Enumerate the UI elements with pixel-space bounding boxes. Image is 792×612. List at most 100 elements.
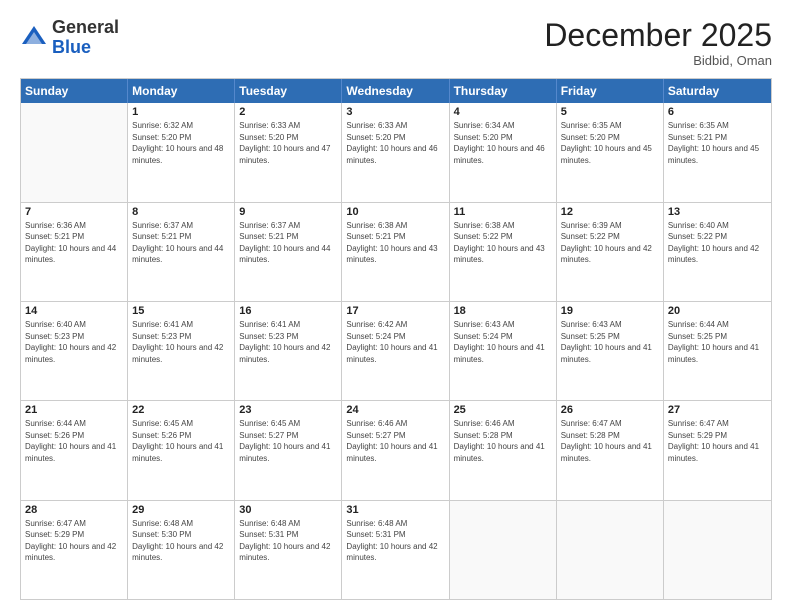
calendar-cell: 7Sunrise: 6:36 AM Sunset: 5:21 PM Daylig… [21, 203, 128, 301]
sun-info: Sunrise: 6:48 AM Sunset: 5:31 PM Dayligh… [346, 518, 444, 564]
day-number: 13 [668, 206, 767, 218]
calendar-cell [21, 103, 128, 201]
sun-info: Sunrise: 6:43 AM Sunset: 5:25 PM Dayligh… [561, 319, 659, 365]
calendar-cell: 20 Sunrise: 6:44 AM Sunset: 5:25 PM Dayli… [664, 302, 771, 400]
calendar-cell: 29Sunrise: 6:48 AM Sunset: 5:30 PM Dayli… [128, 501, 235, 599]
day-number: 2 [239, 106, 337, 118]
calendar-cell: 19 Sunrise: 6:43 AM Sunset: 5:25 PM Dayli… [557, 302, 664, 400]
day-number: 6 [668, 106, 767, 118]
sun-info: Sunrise: 6:33 AM Sunset: 5:20 PM Dayligh… [346, 120, 444, 166]
day-number: 25 [454, 404, 552, 416]
day-number: 23 [239, 404, 337, 416]
sun-info: Sunrise: 6:48 AM Sunset: 5:31 PM Dayligh… [239, 518, 337, 564]
sun-info: Sunrise: 6:47 AM Sunset: 5:29 PM Dayligh… [668, 418, 767, 464]
calendar-week-row: 21Sunrise: 6:44 AM Sunset: 5:26 PM Dayli… [21, 401, 771, 500]
calendar-header: SundayMondayTuesdayWednesdayThursdayFrid… [21, 79, 771, 103]
day-number: 18 [454, 305, 552, 317]
day-number: 22 [132, 404, 230, 416]
calendar-cell: 28 Sunrise: 6:47 AM Sunset: 5:29 PM Dayli… [21, 501, 128, 599]
weekday-header: Saturday [664, 79, 771, 103]
sun-info: Sunrise: 6:47 AM Sunset: 5:29 PM Dayligh… [25, 518, 123, 564]
weekday-header: Sunday [21, 79, 128, 103]
calendar-cell: 27 Sunrise: 6:47 AM Sunset: 5:29 PM Dayli… [664, 401, 771, 499]
calendar-cell: 21Sunrise: 6:44 AM Sunset: 5:26 PM Dayli… [21, 401, 128, 499]
day-number: 27 [668, 404, 767, 416]
day-number: 9 [239, 206, 337, 218]
day-number: 31 [346, 504, 444, 516]
day-number: 28 [25, 504, 123, 516]
sun-info: Sunrise: 6:34 AM Sunset: 5:20 PM Dayligh… [454, 120, 552, 166]
month-title: December 2025 [544, 18, 772, 53]
logo-text: General Blue [52, 18, 119, 58]
sun-info: Sunrise: 6:46 AM Sunset: 5:27 PM Dayligh… [346, 418, 444, 464]
day-number: 26 [561, 404, 659, 416]
day-number: 24 [346, 404, 444, 416]
calendar-cell: 22 Sunrise: 6:45 AM Sunset: 5:26 PM Dayli… [128, 401, 235, 499]
sun-info: Sunrise: 6:35 AM Sunset: 5:20 PM Dayligh… [561, 120, 659, 166]
calendar-cell: 10Sunrise: 6:38 AM Sunset: 5:21 PM Dayli… [342, 203, 449, 301]
calendar-cell: 12 Sunrise: 6:39 AM Sunset: 5:22 PM Dayli… [557, 203, 664, 301]
day-number: 11 [454, 206, 552, 218]
sun-info: Sunrise: 6:44 AM Sunset: 5:25 PM Dayligh… [668, 319, 767, 365]
day-number: 15 [132, 305, 230, 317]
calendar-cell: 5Sunrise: 6:35 AM Sunset: 5:20 PM Daylig… [557, 103, 664, 201]
calendar-cell: 17Sunrise: 6:42 AM Sunset: 5:24 PM Dayli… [342, 302, 449, 400]
location: Bidbid, Oman [544, 53, 772, 68]
logo-general: General [52, 18, 119, 38]
calendar-cell: 2 Sunrise: 6:33 AM Sunset: 5:20 PM Daylig… [235, 103, 342, 201]
calendar-week-row: 1Sunrise: 6:32 AM Sunset: 5:20 PM Daylig… [21, 103, 771, 202]
calendar-week-row: 28 Sunrise: 6:47 AM Sunset: 5:29 PM Dayli… [21, 501, 771, 599]
sun-info: Sunrise: 6:42 AM Sunset: 5:24 PM Dayligh… [346, 319, 444, 365]
calendar-cell: 16Sunrise: 6:41 AM Sunset: 5:23 PM Dayli… [235, 302, 342, 400]
calendar-cell: 4 Sunrise: 6:34 AM Sunset: 5:20 PM Daylig… [450, 103, 557, 201]
title-block: December 2025 Bidbid, Oman [544, 18, 772, 68]
sun-info: Sunrise: 6:33 AM Sunset: 5:20 PM Dayligh… [239, 120, 337, 166]
page: General Blue December 2025 Bidbid, Oman … [0, 0, 792, 612]
day-number: 4 [454, 106, 552, 118]
calendar-cell: 8 Sunrise: 6:37 AM Sunset: 5:21 PM Daylig… [128, 203, 235, 301]
calendar: SundayMondayTuesdayWednesdayThursdayFrid… [20, 78, 772, 600]
sun-info: Sunrise: 6:32 AM Sunset: 5:20 PM Dayligh… [132, 120, 230, 166]
day-number: 14 [25, 305, 123, 317]
sun-info: Sunrise: 6:39 AM Sunset: 5:22 PM Dayligh… [561, 220, 659, 266]
sun-info: Sunrise: 6:38 AM Sunset: 5:22 PM Dayligh… [454, 220, 552, 266]
day-number: 21 [25, 404, 123, 416]
calendar-cell: 25 Sunrise: 6:46 AM Sunset: 5:28 PM Dayli… [450, 401, 557, 499]
day-number: 7 [25, 206, 123, 218]
calendar-cell: 23 Sunrise: 6:45 AM Sunset: 5:27 PM Dayli… [235, 401, 342, 499]
sun-info: Sunrise: 6:47 AM Sunset: 5:28 PM Dayligh… [561, 418, 659, 464]
calendar-cell: 26 Sunrise: 6:47 AM Sunset: 5:28 PM Dayli… [557, 401, 664, 499]
day-number: 3 [346, 106, 444, 118]
sun-info: Sunrise: 6:46 AM Sunset: 5:28 PM Dayligh… [454, 418, 552, 464]
weekday-header: Tuesday [235, 79, 342, 103]
logo-icon [20, 24, 48, 52]
day-number: 30 [239, 504, 337, 516]
sun-info: Sunrise: 6:37 AM Sunset: 5:21 PM Dayligh… [132, 220, 230, 266]
calendar-cell: 18 Sunrise: 6:43 AM Sunset: 5:24 PM Dayli… [450, 302, 557, 400]
sun-info: Sunrise: 6:37 AM Sunset: 5:21 PM Dayligh… [239, 220, 337, 266]
calendar-week-row: 14 Sunrise: 6:40 AM Sunset: 5:23 PM Dayli… [21, 302, 771, 401]
weekday-header: Wednesday [342, 79, 449, 103]
sun-info: Sunrise: 6:40 AM Sunset: 5:22 PM Dayligh… [668, 220, 767, 266]
sun-info: Sunrise: 6:41 AM Sunset: 5:23 PM Dayligh… [239, 319, 337, 365]
calendar-cell: 13 Sunrise: 6:40 AM Sunset: 5:22 PM Dayli… [664, 203, 771, 301]
calendar-cell: 30 Sunrise: 6:48 AM Sunset: 5:31 PM Dayli… [235, 501, 342, 599]
day-number: 8 [132, 206, 230, 218]
sun-info: Sunrise: 6:40 AM Sunset: 5:23 PM Dayligh… [25, 319, 123, 365]
calendar-cell: 24 Sunrise: 6:46 AM Sunset: 5:27 PM Dayli… [342, 401, 449, 499]
sun-info: Sunrise: 6:38 AM Sunset: 5:21 PM Dayligh… [346, 220, 444, 266]
calendar-cell: 1Sunrise: 6:32 AM Sunset: 5:20 PM Daylig… [128, 103, 235, 201]
day-number: 19 [561, 305, 659, 317]
sun-info: Sunrise: 6:45 AM Sunset: 5:27 PM Dayligh… [239, 418, 337, 464]
sun-info: Sunrise: 6:35 AM Sunset: 5:21 PM Dayligh… [668, 120, 767, 166]
day-number: 12 [561, 206, 659, 218]
sun-info: Sunrise: 6:41 AM Sunset: 5:23 PM Dayligh… [132, 319, 230, 365]
sun-info: Sunrise: 6:45 AM Sunset: 5:26 PM Dayligh… [132, 418, 230, 464]
logo-blue: Blue [52, 38, 119, 58]
calendar-cell: 11 Sunrise: 6:38 AM Sunset: 5:22 PM Dayli… [450, 203, 557, 301]
header: General Blue December 2025 Bidbid, Oman [20, 18, 772, 68]
day-number: 20 [668, 305, 767, 317]
calendar-cell: 9 Sunrise: 6:37 AM Sunset: 5:21 PM Daylig… [235, 203, 342, 301]
weekday-header: Monday [128, 79, 235, 103]
sun-info: Sunrise: 6:43 AM Sunset: 5:24 PM Dayligh… [454, 319, 552, 365]
